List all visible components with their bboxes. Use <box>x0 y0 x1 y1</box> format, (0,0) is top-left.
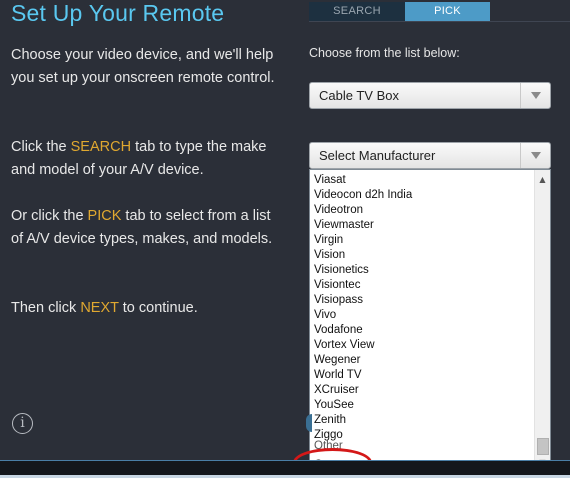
instruction-pick: Or click the PICK tab to select from a l… <box>11 205 281 251</box>
instruction-intro: Choose your video device, and we'll help… <box>11 47 275 86</box>
dropdown-scrollbar[interactable]: ▲ ▼ <box>534 170 550 472</box>
manufacturer-option[interactable]: Vivo <box>314 308 336 323</box>
manufacturer-option[interactable]: Visiontec <box>314 278 360 293</box>
tab-bar: SEARCH PICK <box>309 2 490 21</box>
chevron-down-icon[interactable] <box>520 83 550 108</box>
manufacturer-option[interactable]: Vodafone <box>314 323 363 338</box>
device-type-value: Cable TV Box <box>319 88 399 103</box>
manufacturer-option[interactable]: World TV <box>314 368 362 383</box>
manufacturer-option[interactable]: Visionetics <box>314 263 369 278</box>
pick-keyword: PICK <box>87 208 122 224</box>
manufacturer-select[interactable]: Select Manufacturer <box>309 142 551 169</box>
manufacturer-option[interactable]: XCruiser <box>314 383 359 398</box>
manufacturer-option[interactable]: Visiopass <box>314 293 363 308</box>
chevron-down-icon[interactable] <box>520 143 550 168</box>
instruction-text: Click the <box>11 139 71 155</box>
manufacturer-option[interactable]: Wegener <box>314 353 360 368</box>
search-keyword: SEARCH <box>70 139 132 155</box>
scrollbar-thumb[interactable] <box>537 438 549 455</box>
instruction-next: Then click NEXT to continue. <box>11 297 281 320</box>
manufacturer-option[interactable]: YouSee <box>314 398 354 413</box>
tab-pick[interactable]: PICK <box>405 2 490 21</box>
page-title: Set Up Your Remote <box>11 0 225 26</box>
manufacturer-option[interactable]: Videotron <box>314 203 363 218</box>
next-keyword: NEXT <box>80 300 119 316</box>
scroll-up-icon[interactable]: ▲ <box>535 172 550 187</box>
manufacturer-option[interactable]: Vision <box>314 248 345 263</box>
bottom-bar <box>0 460 570 478</box>
next-button[interactable] <box>306 414 312 432</box>
info-icon[interactable]: i <box>12 413 33 434</box>
instruction-text: to continue. <box>118 300 198 316</box>
instruction-text: Then click <box>11 300 81 316</box>
device-type-select[interactable]: Cable TV Box <box>309 82 551 109</box>
manufacturer-option[interactable]: Virgin <box>314 233 343 248</box>
instruction-text: Or click the <box>11 208 88 224</box>
manufacturer-option[interactable]: Zenith <box>314 413 346 428</box>
picker-label: Choose from the list below: <box>309 46 460 60</box>
instruction-search: Click the SEARCH tab to type the make an… <box>11 136 281 182</box>
tab-divider <box>309 21 570 22</box>
manufacturer-value: Select Manufacturer <box>319 148 436 163</box>
manufacturer-option[interactable]: Viewmaster <box>314 218 374 233</box>
manufacturer-option[interactable]: Videocon d2h India <box>314 188 412 203</box>
manufacturer-option[interactable]: Vortex View <box>314 338 375 353</box>
manufacturer-dropdown-list[interactable]: Viasat Videocon d2h India Videotron Viewmas… <box>309 169 551 473</box>
tab-search[interactable]: SEARCH <box>309 2 405 21</box>
manufacturer-option[interactable]: Viasat <box>314 173 346 188</box>
